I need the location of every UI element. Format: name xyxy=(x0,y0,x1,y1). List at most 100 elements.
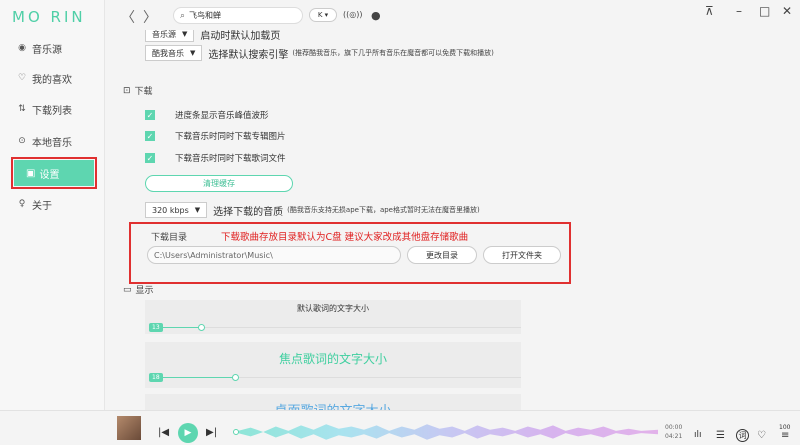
change-dir-button[interactable]: 更改目录 xyxy=(407,246,477,264)
menu-icon[interactable]: ≡ xyxy=(781,430,789,441)
sidebar-item-about[interactable]: ♀ 关于 xyxy=(16,195,96,213)
download-section-title: ⊡ 下载 xyxy=(123,84,153,98)
record-icon: ◉ xyxy=(18,43,26,53)
equalizer-icon[interactable]: ılı xyxy=(694,430,702,440)
checkbox-checked[interactable]: ✓ xyxy=(145,131,155,141)
app-logo: MO RIN xyxy=(12,8,86,26)
settings-icon: ▣ xyxy=(26,167,36,179)
option-album-art[interactable]: ✓ 下载音乐时同时下载专辑图片 xyxy=(145,130,286,142)
lyrics-icon[interactable]: 词 xyxy=(736,429,749,442)
slider-knob[interactable] xyxy=(198,324,205,331)
player-bar: |◀ ▶ ▶| 00:00 04:21 ılı ☰ 词 ♡ 100 ≡ xyxy=(0,410,800,445)
download-dir-highlight-box: 下载目录 下载歌曲存放目录默认为C盘 建议大家改成其他盘存储歌曲 C:\User… xyxy=(129,222,571,284)
minimize-icon[interactable]: – xyxy=(736,4,742,18)
desktop-lyric-preview: 桌面歌词的文字大小 xyxy=(145,400,521,410)
chevron-down-icon: ▼ xyxy=(194,206,201,214)
progress-knob[interactable] xyxy=(233,429,239,435)
default-lyric-preview: 默认歌词的文字大小 xyxy=(297,304,369,313)
record-button-icon[interactable]: ● xyxy=(371,9,381,22)
display-section-title: ▭ 显示 xyxy=(123,283,154,297)
sidebar-item-label: 下载列表 xyxy=(32,105,72,117)
section-title-text: 下载 xyxy=(134,87,153,97)
slider-track xyxy=(205,327,521,328)
startup-page-select[interactable]: 音乐源 ▼ xyxy=(145,30,195,42)
focus-lyric-preview: 焦点歌词的文字大小 xyxy=(278,352,387,366)
select-value: 酷我音乐 xyxy=(152,48,184,58)
search-input[interactable]: ⌕ 飞鸟和蝉 xyxy=(173,7,303,24)
select-value: 320 kbps xyxy=(152,205,189,215)
search-engine-hint: (推荐酷我音乐，旗下几乎所有音乐在魔音都可以免费下载和播放) xyxy=(292,49,494,57)
sidebar-item-settings[interactable]: ▣ 设置 xyxy=(14,160,94,186)
quality-hint: (酷我音乐支持无损ape下载，ape格式暂时无法在魔音里播放) xyxy=(287,206,480,214)
select-value: 音乐源 xyxy=(152,30,176,39)
clear-cache-button[interactable]: 清理缓存 xyxy=(145,175,293,192)
heart-icon: ♡ xyxy=(17,73,27,83)
heart-icon[interactable]: ♡ xyxy=(757,430,766,441)
settings-panel: 音乐源 ▼ 启动时默认加载页 酷我音乐 ▼ 选择默认搜索引擎 (推荐酷我音乐，旗下几… xyxy=(105,30,800,410)
download-dir-annotation: 下载歌曲存放目录默认为C盘 建议大家改成其他盘存储歌曲 xyxy=(221,232,469,243)
download-sort-icon: ⇅ xyxy=(18,104,26,114)
search-engine-row: 酷我音乐 ▼ 选择默认搜索引擎 (推荐酷我音乐，旗下几乎所有音乐在魔音都可以免费下… xyxy=(145,45,494,61)
download-dir-label: 下载目录 xyxy=(151,233,188,243)
desktop-lyric-size-card: 桌面歌词的文字大小 xyxy=(145,394,521,410)
waveform-progress-bar[interactable] xyxy=(238,424,658,440)
section-title-text: 显示 xyxy=(135,286,154,296)
search-engine-label: 选择默认搜索引擎 xyxy=(208,49,289,61)
sidebar-item-label: 设置 xyxy=(39,169,60,181)
download-box-icon: ⊡ xyxy=(123,85,131,96)
slider-value-badge: 18 xyxy=(149,373,163,382)
bulb-icon: ♀ xyxy=(18,199,26,209)
monitor-icon: ▭ xyxy=(123,284,132,295)
maximize-icon[interactable]: □ xyxy=(759,4,770,18)
time-total: 04:21 xyxy=(665,433,683,440)
disc-icon: ⊙ xyxy=(18,136,26,146)
download-dir-input[interactable]: C:\Users\Administrator\Music\ xyxy=(147,246,401,264)
option-waveform[interactable]: ✓ 进度条显示音乐峰值波形 xyxy=(145,109,269,121)
sidebar-item-music-source[interactable]: ◉ 音乐源 xyxy=(16,39,96,57)
play-button[interactable]: ▶ xyxy=(178,423,198,443)
default-lyric-slider[interactable]: 13 xyxy=(145,322,521,334)
checkbox-checked[interactable]: ✓ xyxy=(145,153,155,163)
option-lyrics-file[interactable]: ✓ 下载音乐时同时下载歌词文件 xyxy=(145,152,286,164)
album-cover[interactable] xyxy=(117,416,141,440)
checkbox-checked[interactable]: ✓ xyxy=(145,110,155,120)
quality-select[interactable]: 320 kbps ▼ xyxy=(145,202,208,218)
slider-track xyxy=(239,377,521,378)
option-label: 进度条显示音乐峰值波形 xyxy=(175,111,269,121)
sidebar: MO RIN ◉ 音乐源 ♡ 我的喜欢 ⇅ 下载列表 ⊙ 本地音乐 ▣ 设置 ♀… xyxy=(0,0,105,410)
slider-value-badge: 13 xyxy=(149,323,163,332)
close-icon[interactable]: ✕ xyxy=(782,4,792,18)
play-icon: ▶ xyxy=(184,428,192,438)
sidebar-item-favorites[interactable]: ♡ 我的喜欢 xyxy=(16,69,96,87)
chevron-down-icon: ▼ xyxy=(182,30,188,38)
search-icon: ⌕ xyxy=(180,10,186,21)
listen-recognize-icon[interactable]: ((◎)) xyxy=(343,10,362,19)
previous-icon[interactable]: |◀ xyxy=(158,427,169,438)
pin-icon[interactable]: ⊼ xyxy=(705,4,714,18)
time-elapsed: 00:00 xyxy=(665,424,683,431)
sidebar-item-local-music[interactable]: ⊙ 本地音乐 xyxy=(16,132,96,150)
search-source-select[interactable]: K ▾ xyxy=(309,8,337,22)
open-folder-button[interactable]: 打开文件夹 xyxy=(483,246,561,264)
sidebar-item-label: 音乐源 xyxy=(32,44,62,56)
option-label: 下载音乐时同时下载专辑图片 xyxy=(175,132,286,142)
search-value: 飞鸟和蝉 xyxy=(189,11,222,20)
sidebar-item-label: 关于 xyxy=(32,200,52,212)
option-label: 下载音乐时同时下载歌词文件 xyxy=(175,154,286,164)
sidebar-item-label: 我的喜欢 xyxy=(32,74,72,86)
search-engine-select[interactable]: 酷我音乐 ▼ xyxy=(145,45,203,61)
sidebar-item-label: 本地音乐 xyxy=(32,137,72,149)
quality-label: 选择下载的音质 xyxy=(213,206,284,218)
playlist-icon[interactable]: ☰ xyxy=(716,430,725,441)
top-bar: 〈 〉 ⌕ 飞鸟和蝉 K ▾ ((◎)) ● ⊼ – □ ✕ xyxy=(105,0,800,30)
sidebar-item-downloads[interactable]: ⇅ 下载列表 xyxy=(16,100,96,118)
focus-lyric-slider[interactable]: 18 xyxy=(145,372,521,384)
startup-page-label: 启动时默认加载页 xyxy=(200,30,281,42)
next-icon[interactable]: ▶| xyxy=(206,427,217,438)
back-icon[interactable]: 〈 xyxy=(121,7,135,27)
startup-page-row: 音乐源 ▼ 启动时默认加载页 xyxy=(145,30,284,42)
forward-icon[interactable]: 〉 xyxy=(143,7,157,27)
download-quality-row: 320 kbps ▼ 选择下载的音质 (酷我音乐支持无损ape下载，ape格式暂时… xyxy=(145,202,480,218)
chevron-down-icon: ▼ xyxy=(190,49,196,57)
slider-knob[interactable] xyxy=(232,374,239,381)
